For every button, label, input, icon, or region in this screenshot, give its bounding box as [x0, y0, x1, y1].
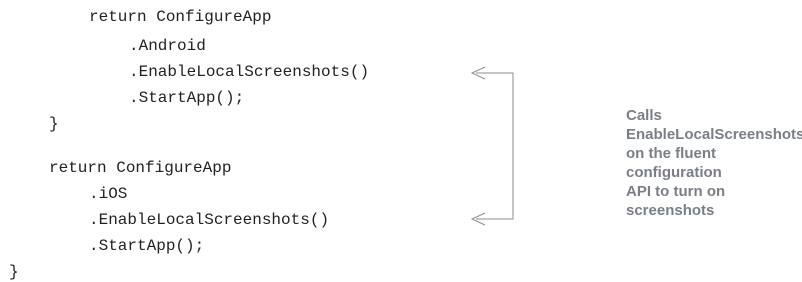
callout-bracket-line: [487, 72, 514, 220]
callout-bracket: [487, 72, 514, 220]
annotation-line-2: on the fluent configuration: [626, 145, 722, 181]
annotation-line-3: API to turn on screenshots: [626, 183, 726, 219]
annotation-line-1: Calls EnableLocalScreenshots: [626, 107, 802, 143]
arrow-to-android-call-icon: [470, 66, 487, 80]
arrow-to-ios-call-icon: [470, 212, 487, 226]
callout-annotation: Calls EnableLocalScreenshots on the flue…: [626, 106, 802, 220]
